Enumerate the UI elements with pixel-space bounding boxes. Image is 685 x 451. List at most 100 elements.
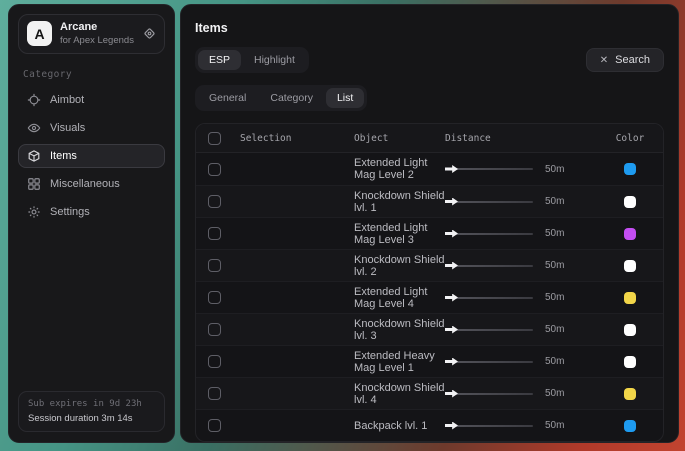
slider-thumb[interactable] [445, 326, 458, 334]
distance-slider[interactable] [445, 390, 533, 398]
col-header-object: Object [354, 133, 445, 144]
sidebar-item-label: Aimbot [50, 94, 84, 106]
color-swatch[interactable] [624, 228, 636, 240]
distance-slider[interactable] [445, 294, 533, 302]
table-row: Extended Light Mag Level 3 50m [196, 217, 663, 249]
sidebar-item-items[interactable]: Items [18, 144, 165, 168]
crosshair-icon [27, 93, 41, 107]
slider-thumb[interactable] [445, 294, 458, 302]
app-header: A Arcane for Apex Legends [18, 14, 165, 54]
slider-thumb[interactable] [445, 390, 458, 398]
table-row: Knockdown Shield lvl. 1 50m [196, 185, 663, 217]
tab-highlight[interactable]: Highlight [243, 50, 306, 70]
select-all-checkbox[interactable] [208, 132, 221, 145]
eye-icon [27, 121, 41, 135]
sidebar-item-miscellaneous[interactable]: Miscellaneous [18, 172, 165, 196]
object-name: Extended Light Mag Level 3 [354, 222, 445, 246]
sidebar: A Arcane for Apex Legends Category Aimbo… [8, 4, 175, 443]
page-title: Items [195, 21, 664, 35]
color-swatch[interactable] [624, 388, 636, 400]
gear-icon [27, 205, 41, 219]
row-checkbox[interactable] [208, 323, 221, 336]
diamond-icon[interactable] [143, 27, 156, 40]
table-header: Selection Object Distance Color [196, 124, 663, 153]
sidebar-item-visuals[interactable]: Visuals [18, 116, 165, 140]
slider-thumb[interactable] [445, 422, 458, 430]
slider-thumb[interactable] [445, 230, 458, 238]
color-swatch[interactable] [624, 324, 636, 336]
distance-value: 50m [545, 164, 564, 175]
color-swatch[interactable] [624, 196, 636, 208]
distance-slider[interactable] [445, 358, 533, 366]
row-checkbox[interactable] [208, 355, 221, 368]
row-checkbox[interactable] [208, 259, 221, 272]
object-name: Knockdown Shield lvl. 3 [354, 318, 445, 342]
view-tabs: GeneralCategoryList [195, 85, 367, 111]
color-swatch[interactable] [624, 163, 636, 175]
session-duration-text: Session duration 3m 14s [28, 413, 155, 424]
tab-esp[interactable]: ESP [198, 50, 241, 70]
row-checkbox[interactable] [208, 195, 221, 208]
row-checkbox[interactable] [208, 227, 221, 240]
row-checkbox[interactable] [208, 163, 221, 176]
distance-slider[interactable] [445, 230, 533, 238]
distance-value: 50m [545, 420, 564, 431]
close-icon: ✕ [600, 55, 608, 66]
color-swatch[interactable] [624, 260, 636, 272]
object-name: Extended Light Mag Level 4 [354, 286, 445, 310]
box-icon [27, 149, 41, 163]
distance-value: 50m [545, 356, 564, 367]
sidebar-item-settings[interactable]: Settings [18, 200, 165, 224]
slider-thumb[interactable] [445, 198, 458, 206]
object-name: Knockdown Shield lvl. 1 [354, 190, 445, 214]
object-name: Extended Heavy Mag Level 1 [354, 350, 445, 374]
table-row: Extended Light Mag Level 4 50m [196, 281, 663, 313]
table-row: Knockdown Shield lvl. 2 50m [196, 249, 663, 281]
tab-general[interactable]: General [198, 88, 257, 108]
slider-thumb[interactable] [445, 165, 458, 173]
sidebar-item-aimbot[interactable]: Aimbot [18, 88, 165, 112]
object-name: Knockdown Shield lvl. 4 [354, 382, 445, 406]
table-row: Extended Heavy Mag Level 1 50m [196, 345, 663, 377]
distance-value: 50m [545, 324, 564, 335]
distance-value: 50m [545, 292, 564, 303]
distance-slider[interactable] [445, 326, 533, 334]
color-swatch[interactable] [624, 356, 636, 368]
row-checkbox[interactable] [208, 419, 221, 432]
app-subtitle: for Apex Legends [60, 35, 135, 47]
distance-value: 50m [545, 388, 564, 399]
slider-thumb[interactable] [445, 262, 458, 270]
items-table: Selection Object Distance Color Extended… [195, 123, 664, 442]
color-swatch[interactable] [624, 292, 636, 304]
table-row: Extended Light Mag Level 2 50m [196, 153, 663, 185]
slider-thumb[interactable] [445, 358, 458, 366]
app-title: Arcane [60, 21, 135, 35]
distance-value: 50m [545, 260, 564, 271]
col-header-selection: Selection [240, 133, 354, 144]
sidebar-item-label: Miscellaneous [50, 178, 120, 190]
search-button-label: Search [615, 54, 650, 66]
col-header-distance: Distance [445, 133, 607, 144]
tab-category[interactable]: Category [259, 88, 324, 108]
row-checkbox[interactable] [208, 387, 221, 400]
distance-slider[interactable] [445, 165, 533, 173]
app-logo: A [27, 21, 52, 46]
object-name: Backpack lvl. 1 [354, 420, 445, 432]
category-label: Category [23, 69, 160, 80]
tab-list[interactable]: List [326, 88, 364, 108]
grid-icon [27, 177, 41, 191]
sidebar-nav: Aimbot Visuals Items Miscellaneous Setti… [18, 88, 165, 228]
row-checkbox[interactable] [208, 291, 221, 304]
col-header-color: Color [607, 133, 653, 144]
distance-value: 50m [545, 196, 564, 207]
distance-slider[interactable] [445, 262, 533, 270]
sidebar-item-label: Visuals [50, 122, 85, 134]
subscription-info: Sub expires in 9d 23h Session duration 3… [18, 391, 165, 432]
color-swatch[interactable] [624, 420, 636, 432]
search-button[interactable]: ✕ Search [586, 48, 664, 72]
distance-slider[interactable] [445, 422, 533, 430]
distance-slider[interactable] [445, 198, 533, 206]
mode-tabs: ESPHighlight [195, 47, 309, 73]
sidebar-item-label: Settings [50, 206, 90, 218]
object-name: Extended Light Mag Level 2 [354, 157, 445, 181]
